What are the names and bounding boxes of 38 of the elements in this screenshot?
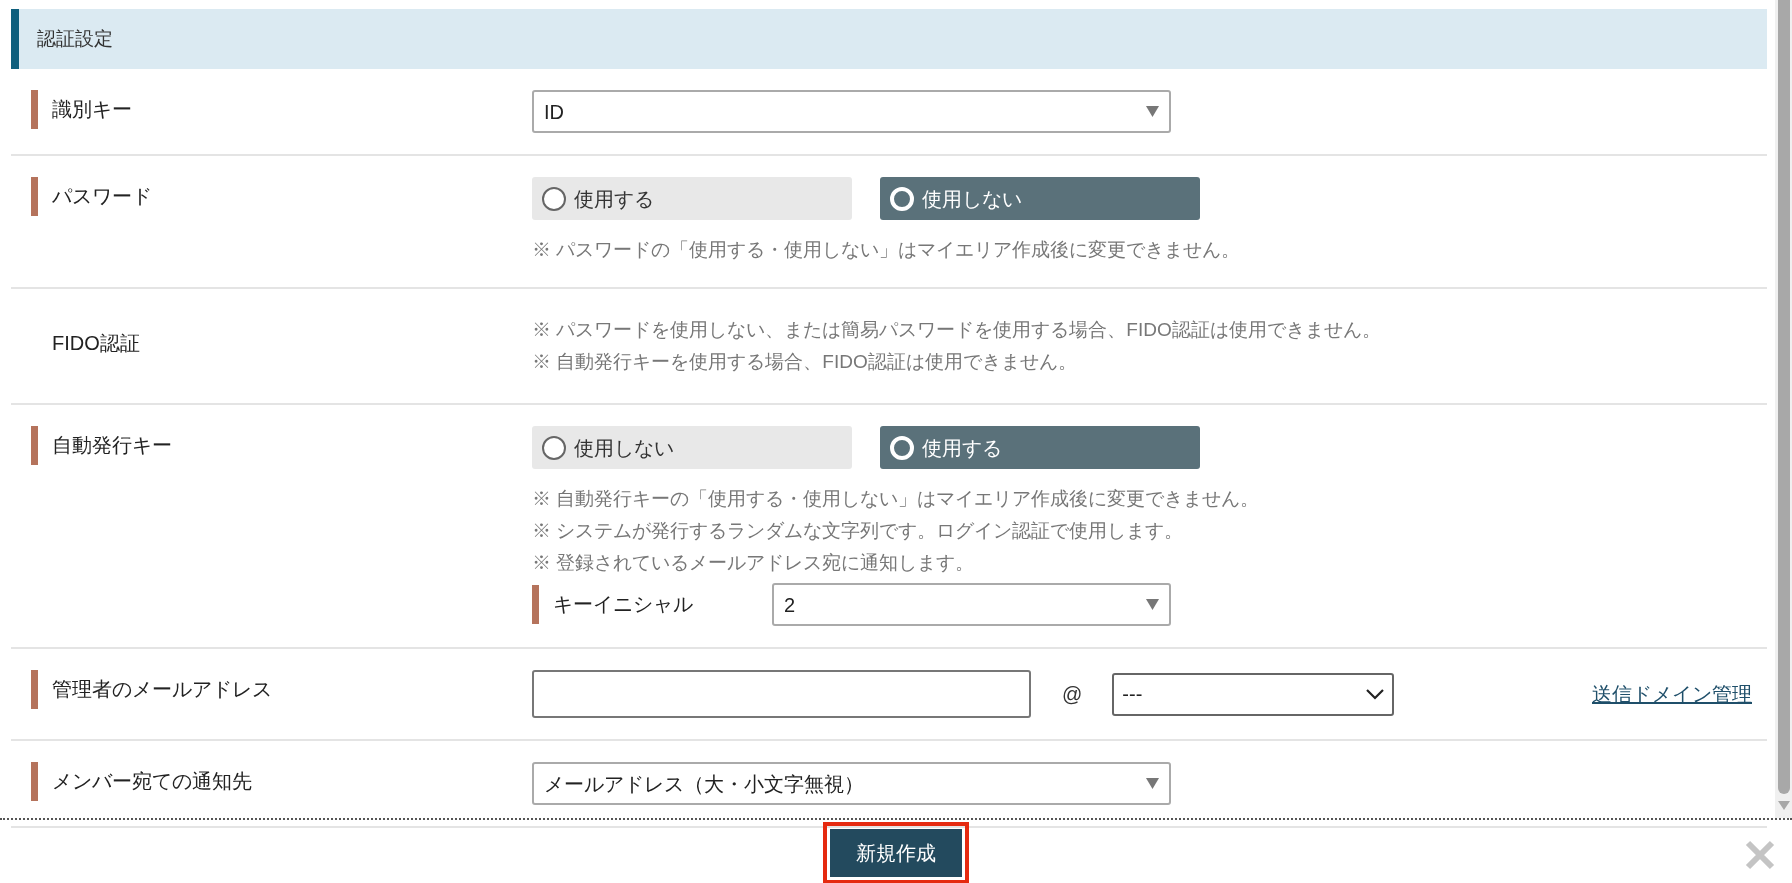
radio-icon <box>542 186 566 211</box>
field-label: 識別キー <box>51 97 132 122</box>
radio-icon <box>890 186 914 211</box>
dropdown[interactable]: ID <box>532 90 1171 133</box>
radio-option[interactable]: 使用する <box>880 426 1200 469</box>
field-label: キーイニシャル <box>552 592 693 617</box>
note-text: ※ 自動発行キーの「使用する・使用しない」はマイエリア作成後に変更できません。 <box>532 487 1261 511</box>
domain-dropdown[interactable]: --- <box>1112 672 1395 716</box>
field-label: メンバー宛ての通知先 <box>51 769 252 794</box>
dropdown-arrow-icon <box>1146 106 1159 117</box>
field-label: 自動発行キー <box>51 433 172 458</box>
section-title: 認証設定 <box>36 26 113 51</box>
create-button[interactable]: 新規作成 <box>830 828 962 877</box>
field-label: 管理者のメールアドレス <box>51 677 272 702</box>
field-label: FIDO認証 <box>51 331 140 356</box>
dropdown-arrow-icon <box>1146 778 1159 789</box>
note-text: ※ パスワードの「使用する・使用しない」はマイエリア作成後に変更できません。 <box>532 238 1242 262</box>
chevron-down-icon <box>1366 688 1385 700</box>
required-marker <box>532 585 539 624</box>
radio-icon <box>542 435 566 460</box>
dropdown-arrow-icon <box>1146 599 1159 610</box>
note-text: ※ パスワードを使用しない、または簡易パスワードを使用する場合、FIDO認証は使用できません。 <box>532 318 1382 342</box>
scroll-down-arrow-icon[interactable] <box>1776 800 1791 812</box>
field-label: パスワード <box>51 184 152 209</box>
dropdown[interactable]: 2 <box>772 583 1171 626</box>
note-text: ※ 自動発行キーを使用する場合、FIDO認証は使用できません。 <box>532 350 1078 374</box>
radio-option[interactable]: 使用しない <box>532 426 852 469</box>
at-sign: @ <box>1062 682 1083 707</box>
radio-option[interactable]: 使用しない <box>880 177 1200 220</box>
email-input-field[interactable] <box>532 670 1031 718</box>
radio-option[interactable]: 使用する <box>532 177 852 220</box>
radio-icon <box>890 435 914 460</box>
dropdown[interactable]: メールアドレス（大・小文字無視） <box>532 762 1171 805</box>
note-text: ※ システムが発行するランダムな文字列です。ログイン認証で使用します。 <box>532 519 1185 543</box>
note-text: ※ 登録されているメールアドレス宛に通知します。 <box>532 551 976 575</box>
scrollbar[interactable] <box>1775 0 1792 818</box>
close-icon[interactable] <box>1745 840 1775 870</box>
domain-management-link[interactable]: 送信ドメイン管理 <box>1592 679 1752 709</box>
